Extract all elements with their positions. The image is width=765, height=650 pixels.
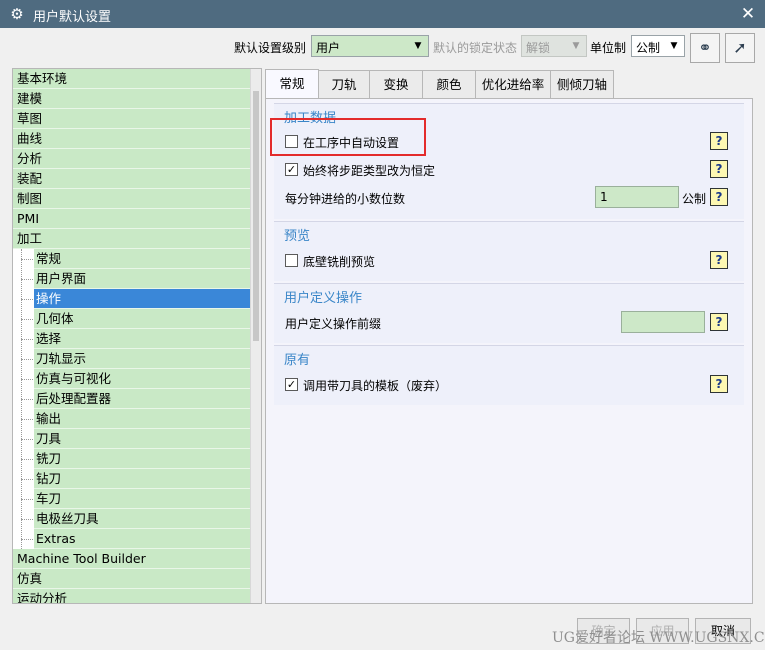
tree-connector bbox=[21, 319, 33, 320]
tree-connector bbox=[21, 259, 33, 260]
tab-toolpath[interactable]: 刀轨 bbox=[318, 70, 370, 99]
tree-item[interactable]: Machine Tool Builder bbox=[13, 549, 251, 569]
help-icon[interactable]: ? bbox=[710, 375, 728, 393]
unit-select[interactable]: 公制 ▼ bbox=[631, 35, 685, 57]
group-title: 用户定义操作 bbox=[284, 291, 363, 306]
help-icon[interactable]: ? bbox=[710, 251, 728, 269]
tree-item[interactable]: 运动分析 bbox=[13, 589, 251, 603]
tree-child-item[interactable]: 刀轨显示 bbox=[34, 349, 251, 369]
tree-child-item[interactable]: 常规 bbox=[34, 249, 251, 269]
tree-connector bbox=[21, 459, 33, 460]
tree-child-item[interactable]: 几何体 bbox=[34, 309, 251, 329]
close-icon[interactable]: ✕ bbox=[739, 4, 757, 24]
window-title: 用户默认设置 bbox=[33, 10, 112, 25]
tree-scrollbar[interactable] bbox=[250, 69, 261, 603]
tab-general[interactable]: 常规 bbox=[265, 69, 319, 99]
tab-color[interactable]: 颜色 bbox=[422, 70, 476, 99]
title-bar: ⚙ 用户默认设置 ✕ bbox=[0, 0, 765, 28]
category-tree: 基本环境 建模 草图 曲线 分析 装配 制图 PMI 加工 常规 用户界面 操作… bbox=[12, 68, 262, 604]
unit-value: 公制 bbox=[636, 41, 661, 55]
tree-child-item[interactable]: 钻刀 bbox=[34, 469, 251, 489]
binoculars-icon[interactable]: ⚭ bbox=[690, 33, 720, 63]
template-checkbox[interactable]: ✓ bbox=[285, 378, 298, 391]
tree-item[interactable]: 制图 bbox=[13, 189, 251, 209]
lock-select: 解锁 ▼ bbox=[521, 35, 587, 57]
tree-item[interactable]: 曲线 bbox=[13, 129, 251, 149]
watermark: UG爱好者论坛 WWW.UGSNX.COM bbox=[552, 630, 765, 646]
decimal-unit-label: 公制 bbox=[682, 192, 707, 206]
settings-pane: 加工数据 在工序中自动设置 ? ✓ 始终将步距类型改为恒定 ? 每分钟进给的小数… bbox=[265, 98, 753, 604]
group-preview: 预览 底壁铣削预览 ? bbox=[274, 221, 744, 281]
chevron-down-icon: ▼ bbox=[572, 41, 580, 51]
group-title: 原有 bbox=[284, 353, 311, 368]
level-label: 默认设置级别 bbox=[234, 41, 307, 55]
tree-child-item[interactable]: Extras bbox=[34, 529, 251, 549]
tree-connector bbox=[21, 539, 33, 540]
tree-connector bbox=[21, 279, 33, 280]
tree-connector bbox=[21, 399, 33, 400]
tree-connector bbox=[21, 499, 33, 500]
tab-transform[interactable]: 变换 bbox=[369, 70, 423, 99]
tree-item[interactable]: PMI bbox=[13, 209, 251, 229]
tree-child-item[interactable]: 输出 bbox=[34, 409, 251, 429]
always-constant-checkbox[interactable]: ✓ bbox=[285, 163, 298, 176]
tree-connector bbox=[21, 419, 33, 420]
tree-connector bbox=[21, 339, 33, 340]
tree-item[interactable]: 装配 bbox=[13, 169, 251, 189]
tab-tilt-axis[interactable]: 侧倾刀轴 bbox=[550, 70, 614, 99]
help-icon[interactable]: ? bbox=[710, 188, 728, 206]
tree-child-item[interactable]: 仿真与可视化 bbox=[34, 369, 251, 389]
tree-item[interactable]: 仿真 bbox=[13, 569, 251, 589]
unit-label: 单位制 bbox=[590, 41, 627, 55]
template-label: 调用带刀具的模板（废弃） bbox=[303, 379, 448, 393]
tree-item[interactable]: 草图 bbox=[13, 109, 251, 129]
level-select[interactable]: 用户 ▼ bbox=[311, 35, 429, 57]
tree-child-item-selected[interactable]: 操作 bbox=[34, 289, 251, 309]
tree-connector bbox=[21, 379, 33, 380]
gear-icon: ⚙ bbox=[10, 5, 24, 23]
chevron-down-icon: ▼ bbox=[414, 41, 422, 51]
tree-child-item[interactable]: 后处理配置器 bbox=[34, 389, 251, 409]
tree-child-item[interactable]: 车刀 bbox=[34, 489, 251, 509]
lock-value: 解锁 bbox=[526, 41, 551, 55]
decimal-places-input[interactable]: 1 bbox=[595, 186, 679, 208]
help-icon[interactable]: ? bbox=[710, 160, 728, 178]
floor-wall-preview-checkbox[interactable] bbox=[285, 254, 298, 267]
lock-label: 默认的锁定状态 bbox=[433, 41, 518, 55]
level-value: 用户 bbox=[316, 41, 341, 55]
group-title: 预览 bbox=[284, 229, 311, 244]
tree-child-item[interactable]: 刀具 bbox=[34, 429, 251, 449]
export-icon[interactable]: ➚ bbox=[725, 33, 755, 63]
help-icon[interactable]: ? bbox=[710, 313, 728, 331]
annotation-highlight-box bbox=[270, 118, 426, 156]
group-user-defined-ops: 用户定义操作 用户定义操作前缀 ? bbox=[274, 283, 744, 343]
chevron-down-icon: ▼ bbox=[670, 41, 678, 51]
tree-item[interactable]: 基本环境 bbox=[13, 69, 251, 89]
floor-wall-preview-label: 底壁铣削预览 bbox=[303, 255, 376, 269]
scrollbar-thumb[interactable] bbox=[253, 91, 259, 341]
tree-item[interactable]: 分析 bbox=[13, 149, 251, 169]
ops-prefix-input[interactable] bbox=[621, 311, 705, 333]
decimal-places-label: 每分钟进给的小数位数 bbox=[285, 192, 406, 206]
tree-child-item[interactable]: 电极丝刀具 bbox=[34, 509, 251, 529]
always-constant-label: 始终将步距类型改为恒定 bbox=[303, 164, 436, 178]
tree-item[interactable]: 加工 bbox=[13, 229, 251, 249]
tree-connector bbox=[21, 359, 33, 360]
tree-connector bbox=[21, 519, 33, 520]
group-legacy: 原有 ✓ 调用带刀具的模板（废弃） ? bbox=[274, 345, 744, 405]
toolbar: 默认设置级别 用户 ▼ 默认的锁定状态 解锁 ▼ 单位制 公制 ▼ ⚭ ➚ bbox=[0, 28, 765, 68]
tree-connector bbox=[21, 299, 33, 300]
tree-item[interactable]: 建模 bbox=[13, 89, 251, 109]
tree-child-item[interactable]: 铣刀 bbox=[34, 449, 251, 469]
tree-child-item[interactable]: 用户界面 bbox=[34, 269, 251, 289]
tree-connector bbox=[21, 479, 33, 480]
help-icon[interactable]: ? bbox=[710, 132, 728, 150]
tree-connector bbox=[21, 439, 33, 440]
ops-prefix-label: 用户定义操作前缀 bbox=[285, 317, 382, 331]
tab-feed-optimize[interactable]: 优化进给率 bbox=[475, 70, 551, 99]
tree-child-item[interactable]: 选择 bbox=[34, 329, 251, 349]
